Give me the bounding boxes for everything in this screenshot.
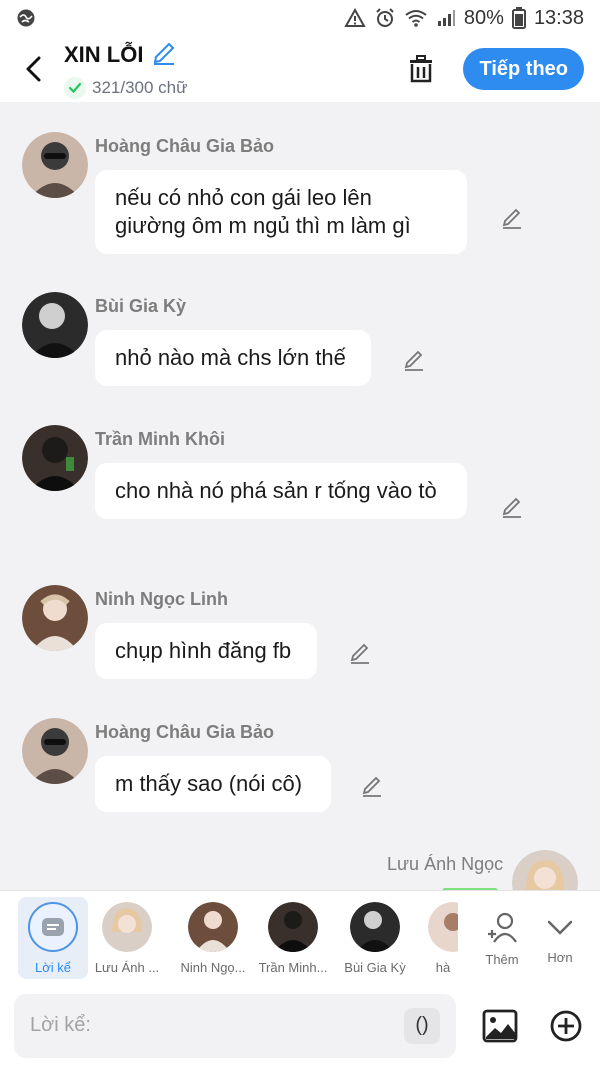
avatar[interactable] — [22, 292, 88, 358]
bracket-button[interactable]: () — [404, 1007, 440, 1044]
battery-icon — [511, 7, 526, 29]
image-button[interactable] — [480, 1006, 520, 1046]
avatar — [350, 901, 400, 952]
message-bubble[interactable]: nếu có nhỏ con gái leo lên giường ôm m n… — [95, 170, 467, 254]
character-label: Lưu Ánh ... — [94, 959, 160, 975]
back-button[interactable] — [16, 51, 52, 87]
add-button[interactable] — [546, 1006, 586, 1046]
character-name: Bùi Gia Kỳ — [95, 296, 187, 316]
edit-icon[interactable] — [358, 772, 386, 800]
message-bubble[interactable]: m thấy sao (nói cô) — [95, 756, 331, 812]
list-item: Bùi Gia Kỳ nhỏ nào mà chs lớn thế — [22, 290, 582, 390]
image-icon — [482, 1009, 518, 1042]
character-label: hà — [435, 959, 451, 975]
edit-icon[interactable] — [498, 493, 526, 521]
avatar — [188, 901, 238, 952]
avatar[interactable] — [22, 132, 88, 198]
list-item: Lưu Ánh Ngọc — [22, 850, 582, 890]
narrator-label: Lời kể — [35, 959, 71, 975]
list-item: Ninh Ngọc Linh chụp hình đăng fb — [22, 583, 582, 683]
edit-icon[interactable] — [400, 346, 428, 374]
character-name: Lưu Ánh Ngọc — [387, 854, 504, 874]
list-item: Trần Minh Khôi cho nhà nó phá sản r tống… — [22, 423, 582, 551]
avatar — [102, 901, 152, 952]
character-label: Ninh Ngọ... — [180, 959, 246, 975]
delete-button[interactable] — [397, 45, 445, 93]
character-chip[interactable]: Bùi Gia Kỳ — [338, 891, 412, 985]
add-people-button[interactable]: Thêm — [476, 891, 528, 985]
avatar — [428, 901, 458, 952]
expand-label: Hơn — [547, 949, 573, 965]
page-title: XIN LỖI — [64, 42, 144, 67]
character-chip[interactable]: Lưu Ánh ... — [92, 891, 162, 985]
character-picker: Lời kể Lưu Ánh ... Ninh Ngọ... Trần Minh… — [0, 890, 600, 984]
composer: () — [0, 984, 600, 1067]
narration-input[interactable] — [30, 1014, 404, 1037]
avatar[interactable] — [22, 585, 88, 651]
clock-time: 13:38 — [533, 6, 584, 29]
message-bubble[interactable]: cho nhà nó phá sản r tống vào tò — [95, 463, 467, 519]
chevron-left-icon — [26, 56, 41, 82]
message-bubble[interactable]: nhỏ nào mà chs lớn thế — [95, 330, 371, 386]
edit-icon[interactable] — [346, 639, 374, 667]
story-messages: Hoàng Châu Gia Bảo nếu có nhỏ con gái le… — [0, 102, 600, 890]
character-chip[interactable]: Ninh Ngọ... — [176, 891, 250, 985]
character-chip[interactable]: Trần Minh... — [256, 891, 330, 985]
character-chip[interactable]: hà — [428, 891, 458, 985]
expand-button[interactable]: Hơn — [534, 891, 586, 985]
pencil-icon[interactable] — [151, 40, 177, 71]
list-item: Hoàng Châu Gia Bảo m thấy sao (nói cô) — [22, 716, 582, 816]
alarm-icon — [374, 7, 396, 29]
character-name: Trần Minh Khôi — [95, 429, 225, 449]
add-people-label: Thêm — [485, 951, 519, 967]
plus-circle-icon — [550, 1010, 582, 1041]
narrator-icon — [28, 901, 78, 952]
composer-field[interactable]: () — [14, 993, 456, 1058]
character-label: Bùi Gia Kỳ — [344, 959, 406, 975]
warning-icon — [344, 8, 366, 28]
chevron-down-icon — [547, 920, 573, 935]
avatar[interactable] — [22, 425, 88, 491]
wifi-icon — [404, 8, 428, 28]
avatar — [268, 901, 318, 952]
message-bubble[interactable]: chụp hình đăng fb — [95, 623, 317, 679]
narrator-chip[interactable]: Lời kể — [18, 897, 88, 979]
trash-icon — [410, 55, 433, 83]
character-name: Hoàng Châu Gia Bảo — [95, 722, 275, 742]
status-bar: 80% 13:38 — [0, 0, 600, 36]
list-item: Hoàng Châu Gia Bảo nếu có nhỏ con gái le… — [22, 130, 582, 258]
vpn-globe-icon — [16, 8, 36, 28]
header: XIN LỖI 321/300 chữ Tiếp theo — [0, 36, 600, 102]
battery-percent: 80% — [463, 6, 504, 29]
character-name: Ninh Ngọc Linh — [95, 589, 228, 609]
word-counter: 321/300 chữ — [92, 77, 188, 97]
character-name: Hoàng Châu Gia Bảo — [95, 136, 275, 156]
next-button[interactable]: Tiếp theo — [463, 48, 584, 90]
avatar[interactable] — [22, 718, 88, 784]
add-person-icon — [488, 912, 517, 943]
character-label: Trần Minh... — [258, 959, 328, 975]
avatar[interactable] — [512, 850, 578, 890]
edit-icon[interactable] — [498, 204, 526, 232]
check-icon — [64, 76, 86, 99]
signal-icon — [436, 9, 456, 27]
